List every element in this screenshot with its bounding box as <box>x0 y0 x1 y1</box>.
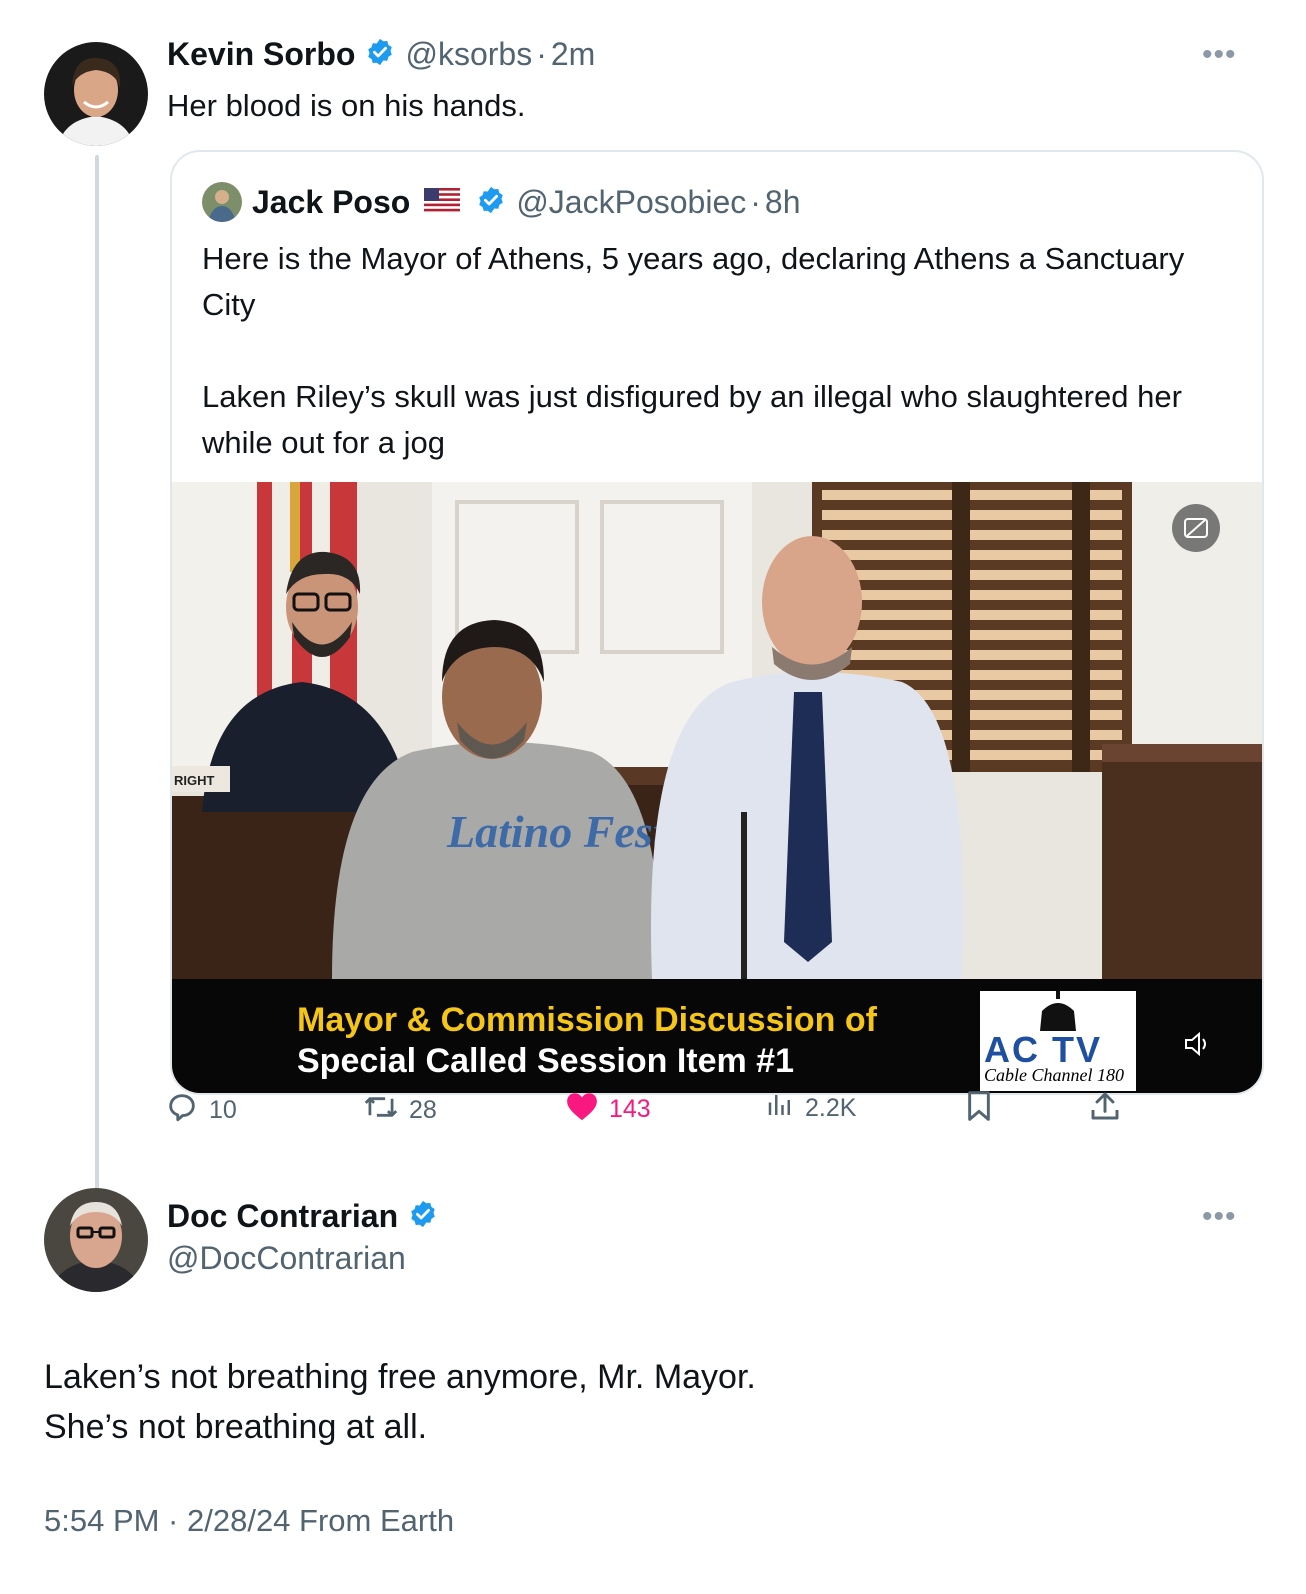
verified-badge-icon <box>408 1199 438 1234</box>
tweet1-text: Her blood is on his hands. <box>167 88 526 123</box>
tweet2-line-2: She’s not breathing at all. <box>44 1408 428 1446</box>
quote-video-player[interactable]: Latino Fest RIGHT Mayor & Commission Dis… <box>172 482 1262 1093</box>
quote-header: Jack Poso @JackPosobiec · 8h <box>202 182 800 222</box>
actv-logo: AC TV Cable Channel 180 <box>980 991 1136 1091</box>
retweet-button[interactable]: 28 <box>363 1090 437 1131</box>
shirt-text: Latino Fest <box>446 806 667 857</box>
verified-badge-icon <box>476 185 506 220</box>
tweet2-timestamp: 5:54 PM · 2/28/24 From Earth <box>44 1503 455 1538</box>
share-icon <box>1090 1090 1120 1129</box>
verified-badge-icon <box>365 37 395 72</box>
heart-filled-icon <box>565 1090 599 1129</box>
nameplate-text: RIGHT <box>174 773 215 788</box>
logo-subtext: Cable Channel 180 <box>984 1065 1124 1085</box>
tweet1-action-bar: 10 28 143 2.2K <box>165 1090 1165 1130</box>
quote-time[interactable]: 8h <box>765 184 801 221</box>
reply-icon <box>165 1090 199 1131</box>
volume-icon[interactable] <box>1184 1031 1212 1063</box>
doc-contrarian-avatar[interactable] <box>44 1188 148 1292</box>
retweet-count: 28 <box>409 1096 437 1124</box>
quote-body: Here is the Mayor of Athens, 5 years ago… <box>202 236 1242 512</box>
views-chart-icon <box>765 1090 795 1127</box>
tweet1-separator: · <box>536 36 547 72</box>
quote-handle[interactable]: @JackPosobiec <box>516 184 746 221</box>
like-button[interactable]: 143 <box>565 1090 651 1129</box>
tweet2-handle[interactable]: @DocContrarian <box>167 1240 406 1277</box>
like-count: 143 <box>609 1095 651 1123</box>
tweet2-text: Laken’s not breathing free anymore, Mr. … <box>44 1352 756 1452</box>
tweet1-more-icon[interactable]: ••• <box>1202 38 1237 72</box>
kevin-sorbo-avatar[interactable] <box>44 42 148 146</box>
us-flag-icon <box>424 187 461 217</box>
tweet1-time[interactable]: 2m <box>551 36 595 73</box>
reply-button[interactable]: 10 <box>165 1090 237 1131</box>
capitol-dome-icon <box>1040 991 1076 1031</box>
tweet1-author-name[interactable]: Kevin Sorbo <box>167 36 355 73</box>
quote-paragraph-1: Here is the Mayor of Athens, 5 years ago… <box>202 241 1185 322</box>
quote-paragraph-2: Laken Riley’s skull was just disfigured … <box>202 379 1182 460</box>
tweet1-header: Kevin Sorbo @ksorbs · 2m <box>167 36 595 73</box>
video-caption-line1: Mayor & Commission Discussion of <box>297 1001 877 1039</box>
captions-toggle-icon[interactable] <box>1172 504 1220 552</box>
views-button[interactable]: 2.2K <box>765 1090 856 1127</box>
quote-separator: · <box>750 183 761 220</box>
video-caption-bar: Mayor & Commission Discussion of Special… <box>172 979 1262 1093</box>
video-caption-line2: Special Called Session Item #1 <box>297 1042 795 1080</box>
tweet2-author-name[interactable]: Doc Contrarian <box>167 1198 398 1235</box>
tweet2-header: Doc Contrarian <box>167 1198 438 1235</box>
thread-connector-line <box>95 155 99 1205</box>
tweet1-handle[interactable]: @ksorbs <box>405 36 532 73</box>
tweet2-line-1: Laken’s not breathing free anymore, Mr. … <box>44 1358 756 1396</box>
views-count: 2.2K <box>805 1094 857 1122</box>
quote-author-name[interactable]: Jack Poso <box>252 184 410 221</box>
bookmark-icon <box>965 1090 993 1129</box>
reply-count: 10 <box>209 1096 237 1124</box>
retweet-icon <box>363 1090 399 1131</box>
jack-poso-avatar[interactable] <box>202 182 242 222</box>
quoted-tweet-card[interactable]: Jack Poso @JackPosobiec · 8h Here is the… <box>170 150 1264 1095</box>
share-button[interactable] <box>1090 1090 1120 1129</box>
tweet2-more-icon[interactable]: ••• <box>1202 1200 1237 1234</box>
bookmark-button[interactable] <box>965 1090 993 1129</box>
